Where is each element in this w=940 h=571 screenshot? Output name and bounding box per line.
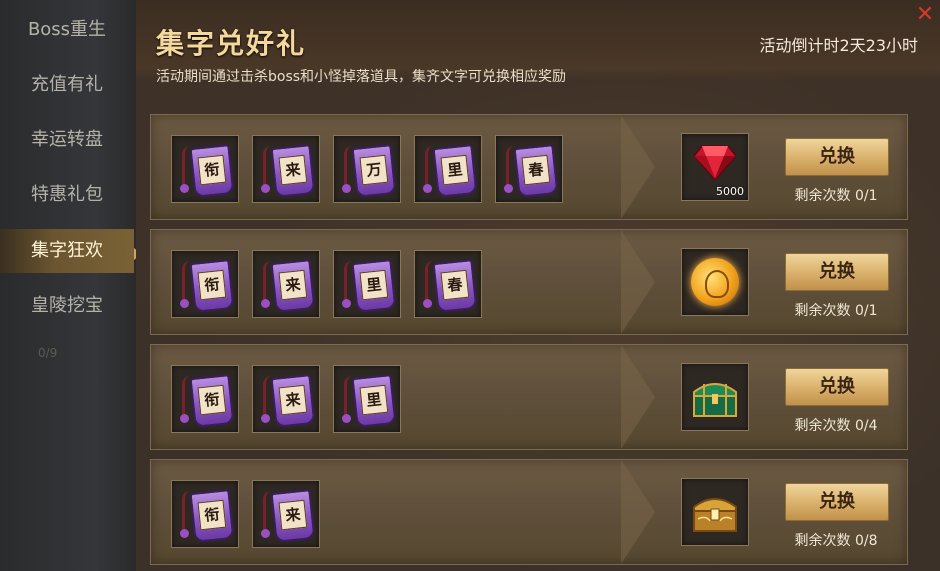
char-tag-icon: 里 <box>342 370 397 428</box>
char-label: 春 <box>440 269 470 301</box>
char-tag-icon: 万 <box>342 140 397 198</box>
char-tag-icon: 里 <box>342 255 397 313</box>
char-tag-icon: 衔 <box>180 140 235 198</box>
char-label: 衔 <box>197 154 227 186</box>
exchange-button[interactable]: 兑换 <box>785 138 889 176</box>
row-arrow-decoration <box>621 230 655 334</box>
char-tag-icon: 来 <box>261 140 316 198</box>
sidebar: Boss重生 充值有礼 幸运转盘 特惠礼包 集字狂欢 皇陵挖宝 0/9 <box>0 0 137 571</box>
char-tag-icon: 衔 <box>180 485 235 543</box>
remaining-count: 剩余次数 0/8 <box>794 533 878 549</box>
row-arrow-decoration <box>621 345 655 449</box>
jade-chest-icon <box>693 383 737 417</box>
gold-chest-icon <box>693 498 737 532</box>
char-label: 衔 <box>197 269 227 301</box>
reward-count: 5000 <box>716 185 744 198</box>
char-slot[interactable]: 来 <box>252 250 320 318</box>
close-icon[interactable]: ✕ <box>914 4 936 26</box>
char-label: 来 <box>278 269 308 301</box>
char-slot[interactable]: 里 <box>333 250 401 318</box>
char-label: 春 <box>521 154 551 186</box>
char-tag-icon: 来 <box>261 255 316 313</box>
char-slot[interactable]: 春 <box>414 250 482 318</box>
page-subtitle: 活动期间通过击杀boss和小怪掉落道具，集齐文字可兑换相应奖励 <box>156 69 567 85</box>
char-slot[interactable]: 来 <box>252 365 320 433</box>
char-slot[interactable]: 里 <box>333 365 401 433</box>
char-slot[interactable]: 衔 <box>171 250 239 318</box>
exchange-button[interactable]: 兑换 <box>785 368 889 406</box>
char-label: 里 <box>440 154 470 186</box>
reward-slot[interactable] <box>681 363 749 431</box>
char-slot[interactable]: 衔 <box>171 135 239 203</box>
char-slot[interactable]: 里 <box>414 135 482 203</box>
char-label: 衔 <box>197 499 227 531</box>
exchange-row: 衔 来 兑换 剩余次数 0/8 <box>150 459 908 565</box>
row-arrow-decoration <box>621 460 655 564</box>
char-tag-icon: 衔 <box>180 370 235 428</box>
sidebar-item-recharge-gift[interactable]: 充值有礼 <box>0 63 134 107</box>
char-tag-icon: 来 <box>261 485 316 543</box>
char-label: 来 <box>278 499 308 531</box>
char-slot[interactable]: 衔 <box>171 365 239 433</box>
sidebar-item-tomb-dig[interactable]: 皇陵挖宝 <box>0 284 134 328</box>
exchange-row: 衔 来 里 春 兑换 剩余次数 0/1 <box>150 229 908 335</box>
char-tag-icon: 来 <box>261 370 316 428</box>
sidebar-item-lucky-wheel[interactable]: 幸运转盘 <box>0 118 134 162</box>
sidebar-item-special-pack[interactable]: 特惠礼包 <box>0 173 134 217</box>
char-slot[interactable]: 来 <box>252 135 320 203</box>
page-title: 集字兑好礼 <box>156 27 307 60</box>
reward-slot[interactable] <box>681 248 749 316</box>
red-gem-icon <box>694 145 736 180</box>
countdown-timer: 活动倒计时2天23小时 <box>759 36 918 55</box>
remaining-count: 剩余次数 0/1 <box>794 303 878 319</box>
char-tag-icon: 衔 <box>180 255 235 313</box>
char-slot[interactable]: 万 <box>333 135 401 203</box>
char-label: 里 <box>359 384 389 416</box>
char-label: 里 <box>359 269 389 301</box>
char-label: 来 <box>278 384 308 416</box>
char-tag-icon: 春 <box>423 255 478 313</box>
row-arrow-decoration <box>621 115 655 219</box>
char-slot[interactable]: 来 <box>252 480 320 548</box>
sidebar-item-boss-rebirth[interactable]: Boss重生 <box>0 8 134 52</box>
char-label: 万 <box>359 154 389 186</box>
exchange-row: 衔 来 万 里 春 5000 兑换 剩余次数 0/1 <box>150 114 908 220</box>
sidebar-item-word-collect[interactable]: 集字狂欢 <box>0 229 134 273</box>
reward-slot[interactable]: 5000 <box>681 133 749 201</box>
exchange-row: 衔 来 里 兑换 剩余次数 0/4 <box>150 344 908 450</box>
gold-coin-icon <box>691 258 739 306</box>
exchange-button[interactable]: 兑换 <box>785 483 889 521</box>
char-label: 衔 <box>197 384 227 416</box>
sidebar-faint-counter: 0/9 <box>38 346 58 360</box>
remaining-count: 剩余次数 0/4 <box>794 418 878 434</box>
reward-slot[interactable] <box>681 478 749 546</box>
exchange-button[interactable]: 兑换 <box>785 253 889 291</box>
remaining-count: 剩余次数 0/1 <box>794 188 878 204</box>
char-tag-icon: 里 <box>423 140 478 198</box>
char-label: 来 <box>278 154 308 186</box>
char-tag-icon: 春 <box>504 140 559 198</box>
char-slot[interactable]: 衔 <box>171 480 239 548</box>
char-slot[interactable]: 春 <box>495 135 563 203</box>
